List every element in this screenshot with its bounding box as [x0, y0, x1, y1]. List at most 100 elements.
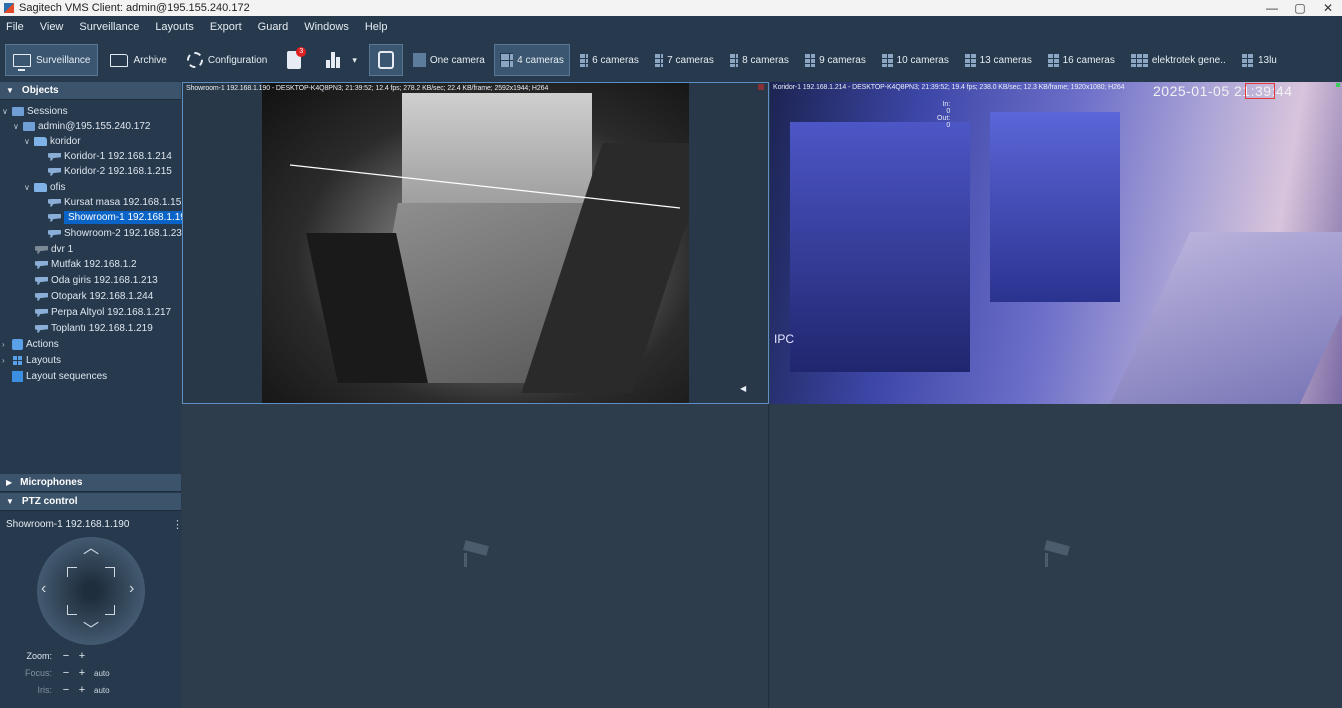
surveillance-mode-button[interactable]: Surveillance — [5, 44, 99, 76]
chevron-right-icon[interactable]: › — [2, 340, 12, 349]
tree-item-camera[interactable]: Showroom-2 192.168.1.235 — [48, 226, 187, 241]
camera-cell-empty[interactable] — [770, 404, 1342, 708]
menu-windows[interactable]: Windows — [304, 21, 349, 33]
pan-up-icon[interactable]: ︿ — [83, 541, 99, 557]
tree-item-ofis[interactable]: ∨ ofis — [24, 180, 66, 195]
camera-icon — [35, 292, 48, 301]
tree-item-server[interactable]: ∨ admin@195.155.240.172 — [13, 119, 150, 134]
tree-item-camera-selected[interactable]: Showroom-1 192.168.1.190 — [48, 210, 196, 225]
statistics-button[interactable]: ▾ — [318, 44, 365, 76]
camera-icon — [35, 260, 48, 269]
iris-auto-button[interactable]: auto — [94, 686, 110, 695]
camera-cell-koridor-1[interactable]: IPC Koridor-1 192.168.1.214 - DESKTOP-K4… — [770, 82, 1342, 404]
layout-label: 8 cameras — [742, 54, 789, 66]
tree-item-dvr[interactable]: dvr 1 — [35, 242, 73, 257]
pan-down-right-icon[interactable] — [105, 605, 115, 615]
configuration-mode-button[interactable]: Configuration — [179, 44, 275, 76]
menu-layouts[interactable]: Layouts — [155, 21, 194, 33]
layout-13-cameras[interactable]: 13 cameras — [958, 44, 1038, 76]
menu-view[interactable]: View — [40, 21, 64, 33]
camera-cell-showroom-1[interactable]: Showroom-1 192.168.1.190 - DESKTOP-K4Q8P… — [182, 82, 950, 404]
layout-4-cameras[interactable]: 4 cameras — [493, 44, 570, 76]
chevron-down-icon[interactable]: ∨ — [24, 183, 34, 192]
layout-6-cameras[interactable]: 6 cameras — [573, 44, 645, 76]
gear-icon — [186, 52, 203, 68]
ptz-panel-header[interactable]: ▼ PTZ control — [0, 493, 181, 511]
zoom-out-button[interactable]: − — [58, 650, 74, 662]
pan-right-icon[interactable]: › — [129, 581, 134, 597]
menu-help[interactable]: Help — [365, 21, 388, 33]
focus-minus-button[interactable]: − — [58, 667, 74, 679]
menu-file[interactable]: File — [6, 21, 24, 33]
tree-item-camera[interactable]: Perpa Altyol 192.168.1.217 — [35, 305, 171, 320]
sequence-icon — [12, 371, 23, 382]
layout-13lu[interactable]: 13lu — [1235, 44, 1283, 76]
ptz-camera-name: Showroom-1 192.168.1.190 — [6, 519, 130, 530]
grid-custom-icon — [1129, 53, 1148, 67]
archive-mode-button[interactable]: Archive — [102, 44, 174, 76]
pan-left-icon[interactable]: ‹ — [41, 581, 46, 597]
tree-item-layout-sequences[interactable]: Layout sequences — [12, 369, 107, 384]
tree-item-layouts[interactable]: › Layouts — [2, 353, 61, 368]
tree-item-camera[interactable]: Otopark 192.168.1.244 — [35, 289, 153, 304]
objects-panel-title: Objects — [21, 85, 59, 96]
tree-item-sessions[interactable]: ∨ Sessions — [2, 104, 68, 119]
layout-label: 6 cameras — [592, 54, 639, 66]
camera-cell-empty[interactable] — [182, 404, 769, 708]
iris-plus-button[interactable]: + — [74, 684, 90, 696]
layouts-icon — [12, 355, 23, 366]
tree-item-camera[interactable]: Mutfak 192.168.1.2 — [35, 257, 137, 272]
ptz-zoom-row: Zoom: − + — [0, 648, 181, 664]
speaker-icon[interactable]: ◀ — [740, 385, 748, 393]
tree-item-camera[interactable]: Oda giris 192.168.1.213 — [35, 273, 158, 288]
focus-plus-button[interactable]: + — [74, 667, 90, 679]
grid-custom-icon — [1240, 53, 1254, 67]
close-window-button[interactable]: ✕ — [1314, 1, 1342, 15]
menu-bar: File View Surveillance Layouts Export Gu… — [0, 16, 1342, 38]
ptz-joystick[interactable]: ︿ ﹀ ‹ › — [37, 537, 145, 645]
video-scene-corridor — [1109, 232, 1342, 404]
camera-info-overlay: Showroom-1 192.168.1.190 - DESKTOP-K4Q8P… — [186, 85, 549, 92]
layout-one-camera[interactable]: One camera — [407, 44, 491, 76]
layout-16-cameras[interactable]: 16 cameras — [1041, 44, 1121, 76]
camera-icon — [35, 276, 48, 285]
layout-9-cameras[interactable]: 9 cameras — [798, 44, 872, 76]
layout-elektrotek[interactable]: elektrotek gene.. — [1124, 44, 1232, 76]
microphones-panel-header[interactable]: ▶ Microphones — [0, 474, 181, 492]
video-feed[interactable]: IPC — [770, 82, 1342, 404]
close-cell-icon[interactable] — [758, 84, 764, 90]
tree-item-actions[interactable]: › Actions — [2, 337, 59, 352]
zoom-in-button[interactable]: + — [74, 650, 90, 662]
layout-8-cameras[interactable]: 8 cameras — [723, 44, 795, 76]
panel-toggle-button[interactable] — [368, 44, 403, 76]
statistics-dropdown-icon[interactable]: ▾ — [352, 55, 357, 66]
iris-minus-button[interactable]: − — [58, 684, 74, 696]
notifications-button[interactable]: 3 — [279, 44, 314, 76]
layout-7-cameras[interactable]: 7 cameras — [648, 44, 720, 76]
folder-icon — [34, 183, 47, 192]
menu-export[interactable]: Export — [210, 21, 242, 33]
pan-down-icon[interactable]: ﹀ — [83, 623, 99, 639]
pan-up-left-icon[interactable] — [67, 567, 77, 577]
tree-item-koridor[interactable]: ∨ koridor — [24, 134, 81, 149]
chevron-right-icon[interactable]: › — [2, 356, 12, 365]
chevron-down-icon[interactable]: ∨ — [2, 107, 12, 116]
tree-item-camera[interactable]: Toplantı 192.168.1.219 — [35, 321, 153, 336]
tree-item-camera[interactable]: Koridor-2 192.168.1.215 — [48, 164, 172, 179]
pan-up-right-icon[interactable] — [105, 567, 115, 577]
grid-9-icon — [803, 53, 816, 67]
maximize-button[interactable]: ▢ — [1286, 1, 1314, 15]
minimize-button[interactable]: — — [1258, 1, 1286, 15]
tree-item-camera[interactable]: Koridor-1 192.168.1.214 — [48, 149, 172, 164]
chevron-down-icon[interactable]: ∨ — [13, 122, 23, 131]
objects-panel-header[interactable]: ▼ Objects — [0, 82, 181, 100]
tree-item-camera[interactable]: Kursat masa 192.168.1.15 — [48, 195, 181, 210]
video-feed[interactable] — [262, 83, 689, 403]
menu-guard[interactable]: Guard — [258, 21, 289, 33]
layout-10-cameras[interactable]: 10 cameras — [875, 44, 955, 76]
chevron-down-icon[interactable]: ∨ — [24, 137, 34, 146]
pan-down-left-icon[interactable] — [67, 605, 77, 615]
focus-auto-button[interactable]: auto — [94, 669, 110, 678]
menu-surveillance[interactable]: Surveillance — [79, 21, 139, 33]
title-bar: Sagitech VMS Client: admin@195.155.240.1… — [0, 0, 1342, 16]
